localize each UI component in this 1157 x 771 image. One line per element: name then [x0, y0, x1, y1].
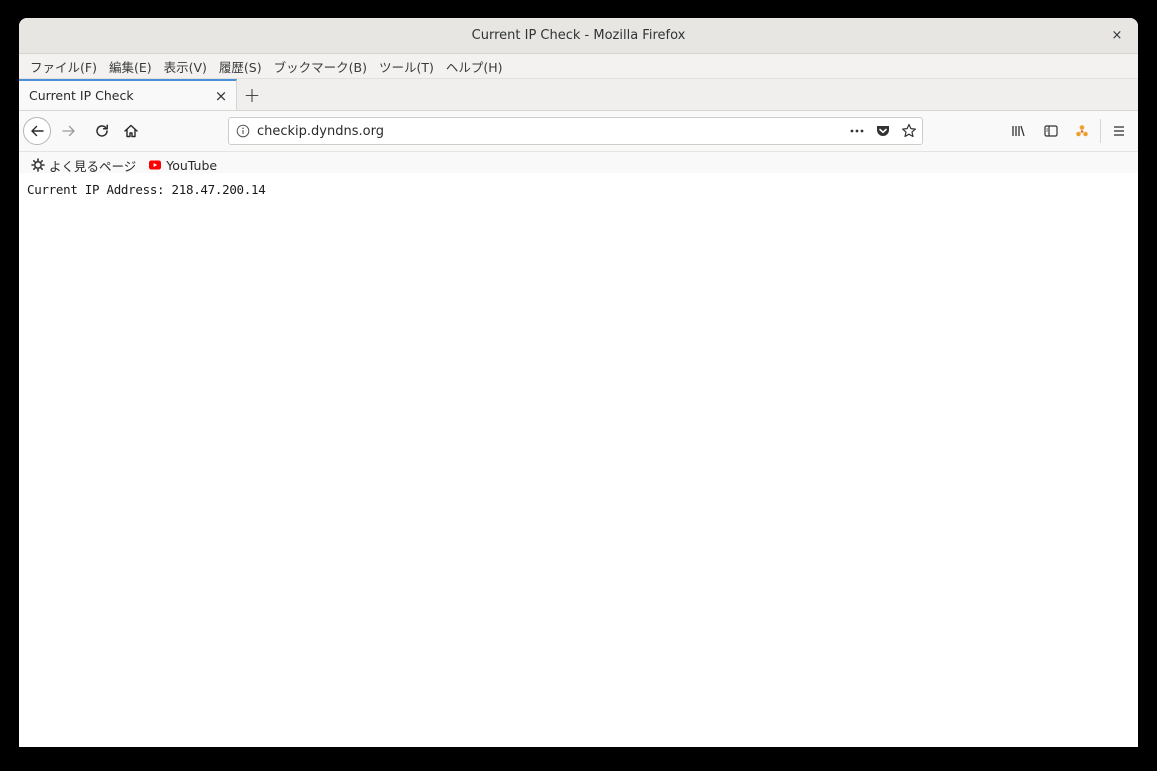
page-actions-icon[interactable]	[844, 123, 870, 139]
reload-icon	[96, 124, 108, 137]
youtube-icon	[149, 160, 162, 170]
new-tab-button[interactable]: +	[237, 79, 267, 110]
bookmark-label: よく見るページ	[49, 158, 137, 174]
library-button[interactable]	[1008, 121, 1028, 141]
home-icon	[124, 124, 138, 138]
menu-bar: ファイル(F) 編集(E) 表示(V) 履歴(S) ブックマーク(B) ツール(…	[19, 54, 1138, 79]
menu-tools[interactable]: ツール(T)	[373, 57, 440, 76]
bookmark-label: YouTube	[166, 157, 218, 173]
sidebar-button[interactable]	[1041, 121, 1061, 141]
menu-help[interactable]: ヘルプ(H)	[440, 57, 509, 76]
tab-bar: Current IP Check × +	[19, 79, 1138, 111]
menu-bookmarks[interactable]: ブックマーク(B)	[268, 57, 373, 76]
title-bar: Current IP Check - Mozilla Firefox ×	[19, 18, 1138, 54]
library-icon	[1012, 125, 1025, 137]
menu-view[interactable]: 表示(V)	[158, 57, 213, 76]
close-window-button[interactable]: ×	[1109, 27, 1125, 43]
info-icon[interactable]	[229, 124, 257, 138]
toolbar-separator	[1100, 119, 1101, 143]
menu-edit[interactable]: 編集(E)	[103, 57, 158, 76]
page-content: Current IP Address: 218.47.200.14	[19, 173, 1138, 747]
extension-icon	[1076, 125, 1088, 137]
gear-icon	[31, 158, 45, 172]
bookmark-most-visited[interactable]: よく見るページ	[31, 156, 136, 175]
url-input[interactable]	[257, 123, 844, 139]
close-tab-button[interactable]: ×	[214, 87, 228, 105]
browser-window: Current IP Check - Mozilla Firefox × ファイ…	[19, 18, 1138, 747]
menu-icon	[1114, 126, 1124, 136]
extension-button[interactable]	[1072, 121, 1092, 141]
forward-button[interactable]	[59, 121, 79, 141]
home-button[interactable]	[121, 121, 141, 141]
back-button[interactable]	[23, 117, 51, 145]
ip-address-text: Current IP Address: 218.47.200.14	[27, 182, 266, 197]
open-menu-button[interactable]	[1109, 121, 1129, 141]
bookmark-youtube[interactable]: YouTube	[148, 158, 217, 173]
url-bar[interactable]	[228, 117, 923, 145]
tab-current-ip-check[interactable]: Current IP Check ×	[19, 79, 237, 110]
menu-file[interactable]: ファイル(F)	[24, 57, 103, 76]
menu-history[interactable]: 履歴(S)	[213, 57, 268, 76]
forward-icon	[62, 125, 75, 137]
navigation-toolbar	[19, 111, 1138, 152]
window-title: Current IP Check - Mozilla Firefox	[471, 28, 686, 43]
bookmark-star-icon[interactable]	[896, 123, 922, 139]
pocket-icon[interactable]	[870, 123, 896, 139]
back-icon	[31, 125, 44, 137]
tab-title: Current IP Check	[29, 88, 134, 103]
sidebar-icon	[1044, 125, 1058, 137]
reload-button[interactable]	[92, 121, 112, 141]
